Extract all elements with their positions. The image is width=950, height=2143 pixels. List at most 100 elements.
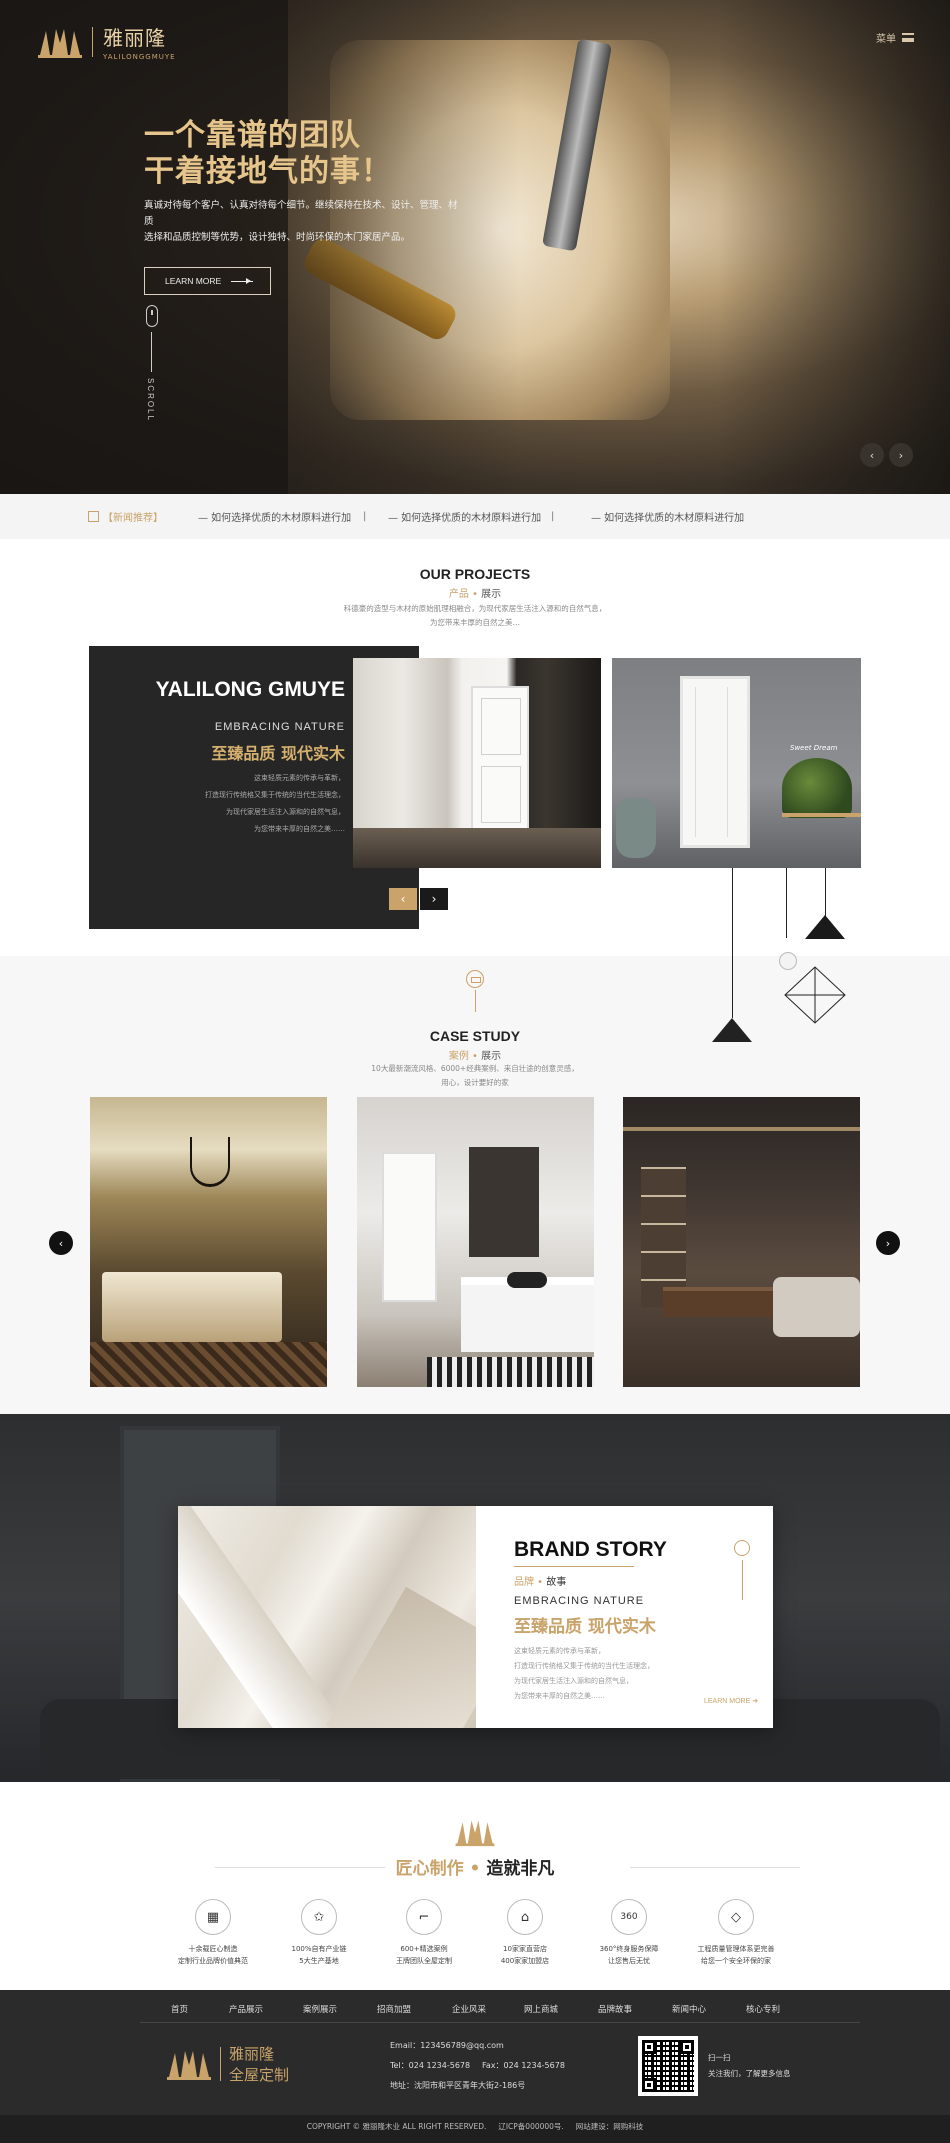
- news-item[interactable]: — 如何选择优质的木材原料进行加: [388, 509, 541, 524]
- footer-copyright: COPYRIGHT © 雅丽隆木业 ALL RIGHT RESERVED. 辽I…: [306, 2122, 644, 2131]
- project-image-slim-door[interactable]: Sweet Dream: [612, 658, 861, 868]
- footer-nav-news[interactable]: 新闻中心: [672, 2003, 706, 2015]
- hero-prev-button[interactable]: ‹: [860, 443, 884, 467]
- scroll-label: SCROLL: [146, 378, 155, 423]
- footer-nav-patents[interactable]: 核心专利: [746, 2003, 780, 2015]
- craft-title-text: 造就非凡: [486, 1859, 555, 1879]
- projects-next-button[interactable]: ›: [420, 888, 448, 910]
- footer-nav-home[interactable]: 首页: [171, 2003, 188, 2015]
- case-image-modern-bedroom[interactable]: [357, 1097, 594, 1387]
- pendant-lamp-cord: [825, 868, 826, 918]
- projects-subtitle: 产品 • 展示: [0, 585, 950, 600]
- feature-item: ⌐ 600+精选案例 王牌团队全屋定制: [369, 1899, 479, 1967]
- shelf-shape: [782, 813, 861, 817]
- paint-roller-icon: ⌐: [406, 1899, 442, 1935]
- news-separator: |: [551, 511, 555, 522]
- feature-item: ◇ 工程质量管理体系更完善 给您一个安全环保的家: [681, 1899, 791, 1967]
- news-item[interactable]: — 如何选择优质的木材原料进行加: [198, 509, 351, 524]
- footer-nav-story[interactable]: 品牌故事: [598, 2003, 632, 2015]
- feature-line2: 给您一个安全环保的家: [701, 1957, 771, 1965]
- logo-icon: [38, 28, 82, 58]
- hero-left-panel: [0, 0, 288, 494]
- chandelier-shape: [190, 1137, 230, 1187]
- wall-sign: Sweet Dream: [790, 744, 838, 752]
- scroll-line: [151, 332, 152, 372]
- hero-title-line1: 一个靠谱的团队: [144, 118, 361, 153]
- case-image-study-room[interactable]: [623, 1097, 860, 1387]
- geometric-lamp-icon: [784, 966, 846, 1024]
- craft-title: 匠心制作 • 造就非凡: [0, 1854, 950, 1879]
- projects-desc: 这束轻质元素的传承与革新， 打造现行传统格又集于传统的当代生活理念， 为现代家居…: [155, 770, 345, 838]
- menu-button[interactable]: 菜单: [876, 30, 914, 45]
- brand-story-title: BRAND STORY: [514, 1538, 667, 1561]
- craft-logo-icon: [455, 1820, 495, 1847]
- footer-logo[interactable]: 雅丽隆 全屋定制: [166, 2043, 289, 2085]
- craft-title-dot: •: [463, 1859, 487, 1879]
- door-shape: [680, 676, 750, 848]
- feature-line1: 100%自有产业链: [291, 1945, 347, 1953]
- footer-logo-sub: 全屋定制: [229, 2066, 290, 2084]
- feature-line2: 定制行业品牌价值典范: [178, 1957, 248, 1965]
- brand-slogan: 至臻品质 现代实木: [514, 1617, 656, 1637]
- case-study-title: CASE STUDY: [429, 1028, 521, 1044]
- projects-sub-gold: 产品: [448, 589, 469, 600]
- 360-service-icon: 360: [611, 1899, 647, 1935]
- brand-embrace: EMBRACING NATURE: [514, 1595, 645, 1607]
- project-image-white-door[interactable]: [353, 658, 601, 868]
- feature-item: 360 360°终身服务保障 让您售后无忧: [574, 1899, 684, 1967]
- chair-shape: [616, 798, 656, 858]
- case-sub-dot: •: [468, 1051, 482, 1062]
- projects-desc-item: 为现代家居生活注入源和的自然气息，: [226, 808, 345, 816]
- craft-title-gold: 匠心制作: [395, 1859, 464, 1879]
- brand-sub-dot: •: [534, 1577, 547, 1588]
- feature-item: ▦ 十余载匠心制造 定制行业品牌价值典范: [158, 1899, 268, 1967]
- case-prev-button[interactable]: ‹: [49, 1231, 73, 1255]
- footer-logo-cn: 雅丽隆: [229, 2045, 275, 2063]
- qr-pattern: [642, 2040, 694, 2092]
- footer-divider: [140, 2022, 860, 2023]
- projects-desc-line2: 为您带来丰厚的自然之美…: [430, 618, 520, 627]
- case-study-description: 10大最新潮流风格、6000+经典案例、来自壮途的创意灵感， 用心，设计要好的家: [0, 1062, 950, 1090]
- hero-title-line2: 干着接地气的事！: [144, 154, 392, 189]
- brand-learn-more-link[interactable]: LEARN MORE ➔: [704, 1697, 758, 1705]
- footer-fax: Fax：024 1234-5678: [482, 2061, 565, 2070]
- pillow-shape: [507, 1272, 547, 1288]
- projects-prev-button[interactable]: ‹: [389, 888, 417, 910]
- footer-nav-style[interactable]: 企业风采: [452, 2003, 486, 2015]
- brand-desc: 这束轻质元素的传承与革新， 打造现行传统格又集于传统的当代生活理念， 为现代家居…: [514, 1644, 684, 1704]
- pendant-lamp-cord: [786, 868, 787, 938]
- hero-shade: [288, 0, 950, 494]
- brand-sub-text: 故事: [546, 1577, 567, 1588]
- brand-vertical-line: [742, 1560, 743, 1600]
- brand-sub-gold: 品牌: [514, 1577, 534, 1588]
- footer-nav-shop[interactable]: 网上商城: [524, 2003, 558, 2015]
- news-item[interactable]: — 如何选择优质的木材原料进行加: [591, 509, 744, 524]
- case-desc-line2: 用心，设计要好的家: [441, 1078, 509, 1087]
- arrow-right-icon: [231, 277, 254, 284]
- footer-nav-products[interactable]: 产品展示: [229, 2003, 263, 2015]
- news-separator: |: [363, 511, 367, 522]
- projects-brand: YALILONG GMUYE: [155, 678, 345, 701]
- learn-more-button[interactable]: LEARN MORE: [144, 267, 271, 295]
- logo-cn: 雅丽隆: [103, 26, 166, 50]
- footer-nav-cases[interactable]: 案例展示: [303, 2003, 337, 2015]
- news-tag: 【新闻推荐】: [88, 509, 163, 524]
- door-shape: [471, 686, 529, 836]
- diamond-icon: ◇: [718, 1899, 754, 1935]
- sofa-shape: [773, 1277, 860, 1337]
- qr-corner: [680, 2040, 694, 2054]
- case-next-button[interactable]: ›: [876, 1231, 900, 1255]
- ceiling-light-shape: [623, 1127, 860, 1131]
- brand-underline: [514, 1566, 634, 1567]
- case-study-icon: [466, 970, 484, 988]
- hero-desc-line2: 选择和品质控制等优势，设计独特、时尚环保的木门家居产品。: [144, 232, 411, 243]
- hero-next-button[interactable]: ›: [889, 443, 913, 467]
- footer-tel: Tel：024 1234-5678: [390, 2061, 471, 2070]
- feature-line2: 让您售后无忧: [608, 1957, 650, 1965]
- case-image-classic-bedroom[interactable]: [90, 1097, 327, 1387]
- site-logo[interactable]: 雅丽隆 YALILONGGMUYE: [38, 22, 176, 61]
- mouse-icon: [146, 305, 158, 327]
- hero-description: 真诚对待每个客户、认真对待每个细节。继续保持在技术、设计、管理、材质 选择和品质…: [144, 198, 464, 246]
- news-tag-label: 【新闻推荐】: [103, 513, 163, 524]
- footer-nav-franchise[interactable]: 招商加盟: [377, 2003, 411, 2015]
